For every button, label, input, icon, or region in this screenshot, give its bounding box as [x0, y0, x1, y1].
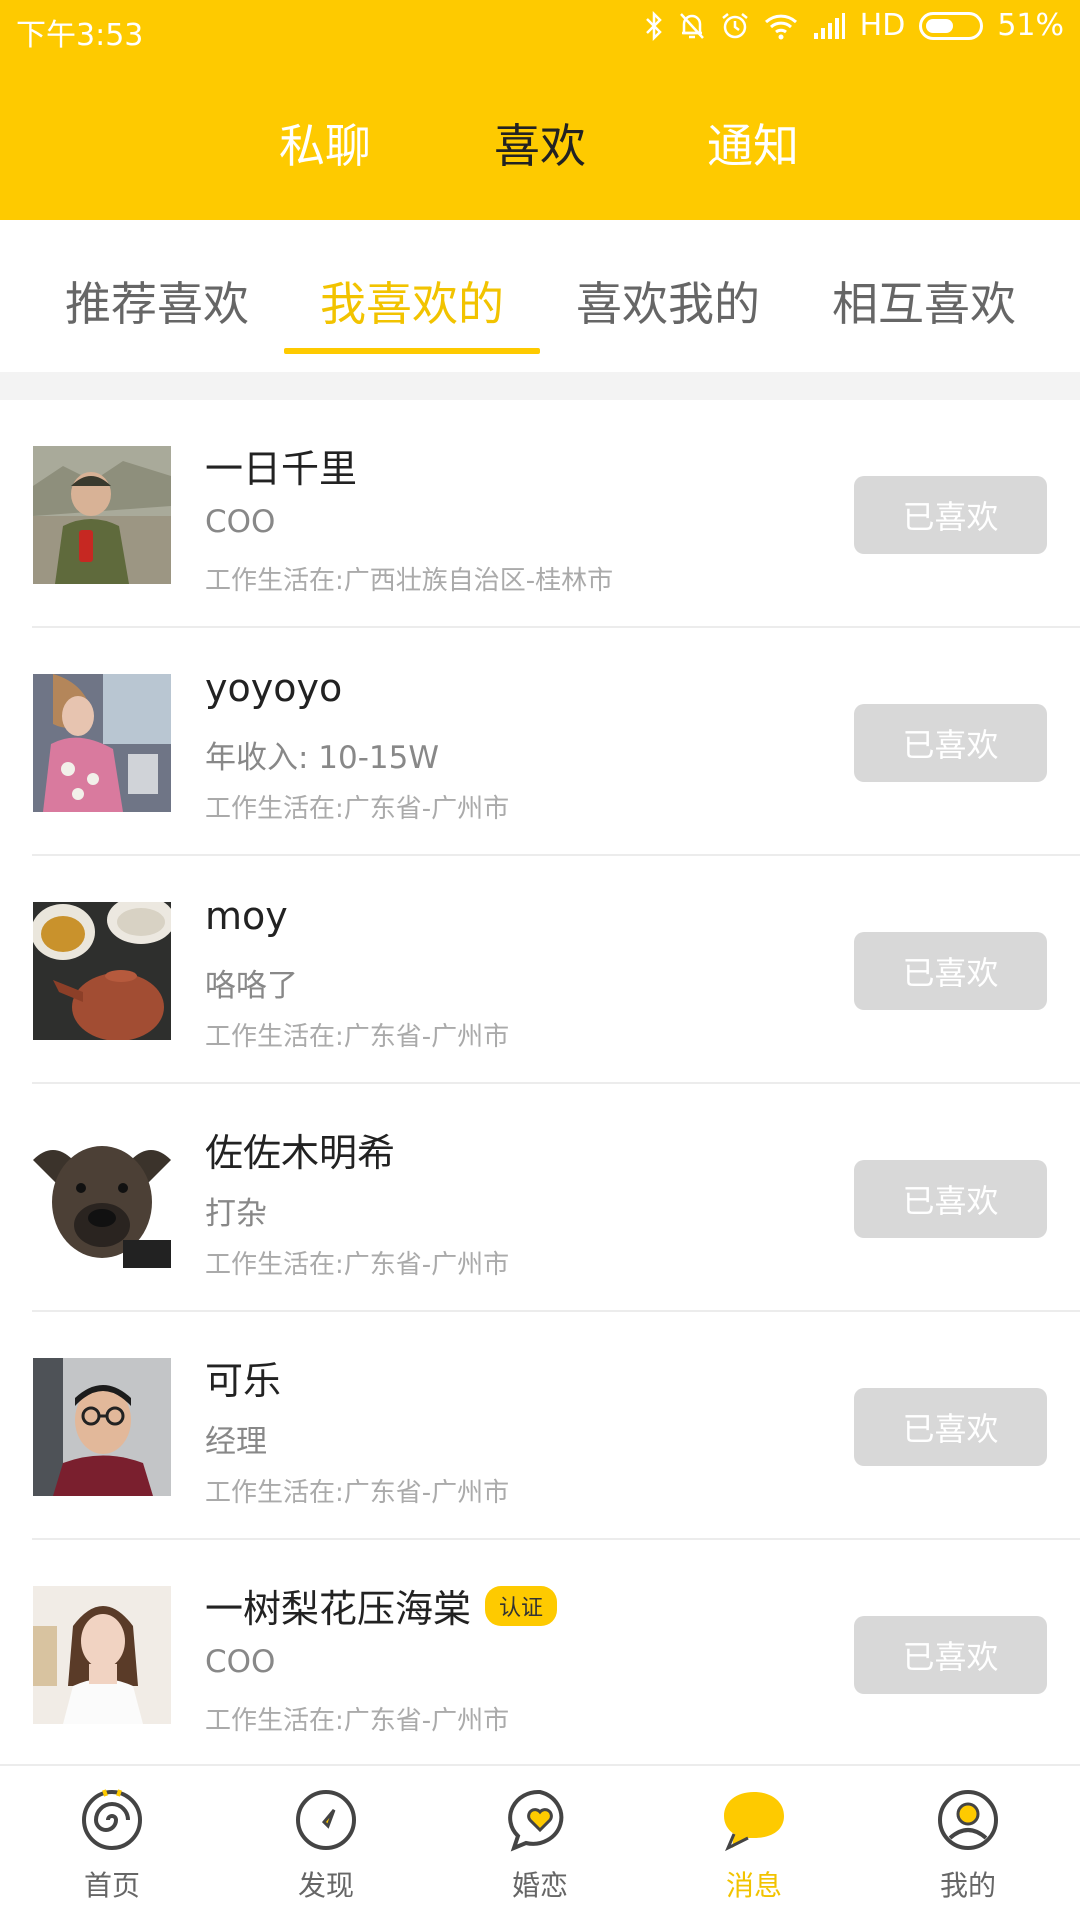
user-subtitle: COO	[205, 1644, 276, 1680]
avatar[interactable]	[33, 446, 171, 584]
user-subtitle: 年收入: 10-15W	[205, 740, 440, 776]
nav-label: 婚恋	[511, 1869, 568, 1902]
name-row: moy	[205, 894, 288, 938]
nav-label: 发现	[297, 1869, 354, 1902]
home-spiral-icon	[80, 1788, 144, 1852]
tab-notifications[interactable]: 通知	[707, 110, 799, 176]
battery-icon	[919, 11, 984, 40]
list-item[interactable]: moy 咯咯了 工作生活在:广东省-广州市 已喜欢	[0, 856, 1080, 1084]
nav-messages[interactable]: 消息	[646, 1766, 862, 1920]
name-row: 可乐	[205, 1350, 281, 1405]
subtab-i-liked[interactable]: 我喜欢的	[320, 268, 504, 334]
battery-level	[926, 18, 953, 33]
user-location: 工作生活在:广东省-广州市	[205, 1022, 510, 1052]
compass-icon	[294, 1788, 358, 1852]
list-item[interactable]: 一树梨花压海棠 认证 COO 工作生活在:广东省-广州市 已喜欢	[0, 1540, 1080, 1768]
nav-home[interactable]: 首页	[4, 1766, 220, 1920]
nav-label: 我的	[939, 1869, 996, 1902]
avatar[interactable]	[33, 1358, 171, 1496]
liked-button[interactable]: 已喜欢	[854, 1160, 1047, 1238]
user-name: 可乐	[205, 1359, 282, 1403]
sub-tabs: 推荐喜欢 我喜欢的 喜欢我的 相互喜欢	[0, 220, 1080, 372]
list-item[interactable]: 一日千里 COO 工作生活在:广西壮族自治区-桂林市 已喜欢	[0, 400, 1080, 628]
list-item[interactable]: 佐佐木明希 打杂 工作生活在:广东省-广州市 已喜欢	[0, 1084, 1080, 1312]
signal-icon	[812, 11, 846, 41]
user-name: 一日千里	[205, 447, 358, 491]
user-name: yoyoyo	[205, 666, 343, 710]
liked-button[interactable]: 已喜欢	[854, 476, 1047, 554]
user-name: 佐佐木明希	[205, 1131, 396, 1175]
user-location: 工作生活在:广西壮族自治区-桂林市	[205, 566, 614, 596]
profile-icon	[936, 1788, 1000, 1852]
battery-percent: 51%	[997, 8, 1064, 43]
avatar[interactable]	[33, 902, 171, 1040]
user-name: moy	[205, 894, 288, 938]
tab-likes[interactable]: 喜欢	[494, 110, 586, 176]
list-item[interactable]: yoyoyo 年收入: 10-15W 工作生活在:广东省-广州市 已喜欢	[0, 628, 1080, 856]
top-tabs: 私聊 喜欢 通知	[0, 110, 1080, 180]
name-row: yoyoyo	[205, 666, 342, 710]
name-row: 一树梨花压海棠 认证	[205, 1578, 558, 1633]
user-name: 一树梨花压海棠	[205, 1587, 472, 1631]
header-bar: 下午3:53 HD 51% 私聊 喜欢 通知	[0, 0, 1080, 220]
heart-chat-icon	[508, 1788, 572, 1852]
nav-label: 消息	[725, 1869, 782, 1902]
user-subtitle: 打杂	[205, 1196, 267, 1232]
section-divider	[0, 372, 1080, 400]
status-icons: HD 51%	[644, 8, 1064, 43]
liked-button[interactable]: 已喜欢	[854, 1388, 1047, 1466]
message-bubble-icon	[722, 1788, 786, 1852]
avatar[interactable]	[33, 674, 171, 812]
user-location: 工作生活在:广东省-广州市	[205, 1478, 510, 1508]
user-location: 工作生活在:广东省-广州市	[205, 1706, 510, 1736]
user-subtitle: 经理	[205, 1424, 267, 1460]
nav-dating[interactable]: 婚恋	[432, 1766, 648, 1920]
bottom-nav: 首页 发现 婚恋 消息 我的	[0, 1764, 1080, 1920]
bluetooth-icon	[644, 10, 664, 41]
network-type: HD	[859, 8, 906, 43]
subtab-liked-me[interactable]: 喜欢我的	[576, 268, 760, 334]
wifi-icon	[764, 11, 798, 41]
nav-discover[interactable]: 发现	[218, 1766, 434, 1920]
liked-button[interactable]: 已喜欢	[854, 704, 1047, 782]
mute-bell-icon	[678, 11, 706, 41]
user-location: 工作生活在:广东省-广州市	[205, 1250, 510, 1280]
avatar[interactable]	[33, 1586, 171, 1724]
status-bar: 下午3:53 HD 51%	[0, 0, 1080, 58]
status-time: 下午3:53	[16, 18, 144, 53]
liked-button[interactable]: 已喜欢	[854, 932, 1047, 1010]
liked-users-list: 一日千里 COO 工作生活在:广西壮族自治区-桂林市 已喜欢 yoyoyo 年收…	[0, 400, 1080, 1768]
alarm-icon	[720, 11, 750, 41]
list-item[interactable]: 可乐 经理 工作生活在:广东省-广州市 已喜欢	[0, 1312, 1080, 1540]
name-row: 佐佐木明希	[205, 1122, 395, 1177]
active-tab-indicator	[284, 348, 540, 354]
verified-badge: 认证	[485, 1585, 558, 1626]
user-location: 工作生活在:广东省-广州市	[205, 794, 510, 824]
subtab-recommended[interactable]: 推荐喜欢	[65, 268, 249, 334]
name-row: 一日千里	[205, 438, 357, 493]
avatar[interactable]	[33, 1130, 171, 1268]
nav-label: 首页	[83, 1869, 140, 1902]
user-subtitle: 咯咯了	[205, 968, 298, 1004]
subtab-mutual[interactable]: 相互喜欢	[832, 268, 1016, 334]
liked-button[interactable]: 已喜欢	[854, 1616, 1047, 1694]
user-subtitle: COO	[205, 504, 276, 540]
tab-private-chat[interactable]: 私聊	[279, 110, 371, 176]
nav-mine[interactable]: 我的	[860, 1766, 1076, 1920]
